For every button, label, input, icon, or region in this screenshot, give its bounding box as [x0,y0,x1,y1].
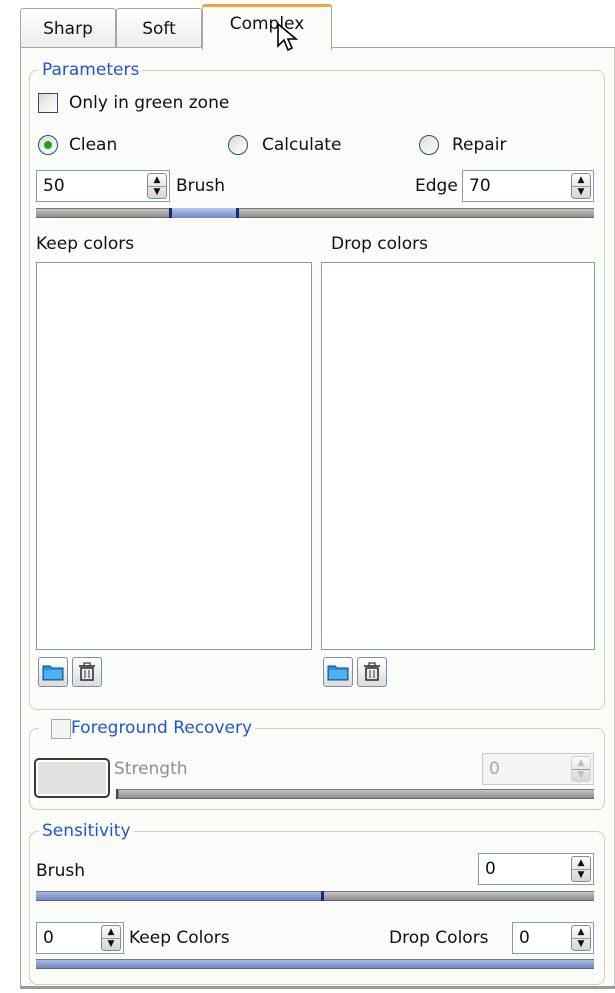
tab-sharp[interactable]: Sharp [20,8,116,48]
tab-soft[interactable]: Soft [116,8,202,48]
only-green-zone-label: Only in green zone [69,93,230,113]
keep-colors-open-button[interactable] [38,657,68,687]
sensitivity-brush-label: Brush [36,861,86,881]
spin-down-icon[interactable]: ▼ [572,938,590,950]
edge-stepper[interactable]: ▲ ▼ [571,173,591,199]
brush-size-value: 50 [43,176,65,196]
tab-soft-label: Soft [142,18,176,39]
spin-down-icon[interactable]: ▼ [148,186,166,198]
keep-colors-delete-button[interactable] [72,657,102,687]
keep-colors-sensitivity-stepper[interactable]: ▲ ▼ [101,925,121,951]
keep-colors-sensitivity-label: Keep Colors [129,928,230,948]
spin-up-icon[interactable]: ▲ [102,926,120,938]
drop-colors-delete-button[interactable] [357,657,387,687]
clean-radio[interactable] [38,135,58,155]
spin-down-icon[interactable]: ▼ [572,769,590,781]
colors-sensitivity-slider[interactable] [36,959,594,969]
strength-label: Strength [114,759,188,779]
edge-value: 70 [469,176,491,196]
spin-up-icon[interactable]: ▲ [572,757,590,769]
recovery-color-swatch[interactable] [34,758,110,798]
spin-down-icon[interactable]: ▼ [572,186,590,198]
sensitivity-title: Sensitivity [39,821,134,841]
drop-colors-sensitivity-label: Drop Colors [389,928,489,948]
strength-value: 0 [489,759,500,779]
repair-label: Repair [452,135,507,155]
brush-size-spinner[interactable]: 50 ▲ ▼ [36,170,170,202]
strength-slider-thumb[interactable] [116,789,119,799]
spin-down-icon[interactable]: ▼ [102,938,120,950]
spin-up-icon[interactable]: ▲ [572,926,590,938]
foreground-recovery-title: Foreground Recovery [39,718,256,738]
keep-colors-list[interactable] [36,262,312,650]
tab-complex[interactable]: Complex [202,4,332,50]
sensitivity-brush-slider[interactable] [36,891,594,901]
clean-label: Clean [69,135,118,155]
strength-stepper[interactable]: ▲ ▼ [571,756,591,782]
panel-bottom-border [20,986,615,989]
strength-spinner[interactable]: 0 ▲ ▼ [482,753,594,785]
only-green-zone-checkbox[interactable] [38,93,58,113]
trash-icon [364,662,380,681]
folder-icon [42,665,64,681]
repair-radio[interactable] [419,135,439,155]
complex-panel: Parameters Only in green zone Clean Calc… [20,48,615,989]
edge-label: Edge [415,176,458,196]
keep-colors-sensitivity-value: 0 [43,928,54,948]
spin-up-icon[interactable]: ▲ [572,857,590,869]
tab-strip: Sharp Soft Complex [20,0,615,50]
keep-colors-label: Keep colors [36,234,135,254]
trash-icon [79,662,95,681]
brush-edge-slider[interactable] [36,208,594,218]
drop-colors-label: Drop colors [331,234,429,254]
spin-down-icon[interactable]: ▼ [572,869,590,881]
sensitivity-brush-slider-fill [36,892,321,900]
sensitivity-brush-spinner[interactable]: 0 ▲ ▼ [478,853,594,885]
brush-edge-slider-thumb[interactable] [169,208,239,218]
brush-label: Brush [176,176,226,196]
sensitivity-brush-slider-thumb[interactable] [321,891,324,901]
brush-size-stepper[interactable]: ▲ ▼ [147,173,167,199]
foreground-recovery-checkbox[interactable] [51,719,71,739]
mouse-cursor-icon [277,22,299,52]
strength-slider[interactable] [116,789,594,799]
drop-colors-sensitivity-value: 0 [519,928,530,948]
radio-selected-dot [44,141,52,149]
edge-spinner[interactable]: 70 ▲ ▼ [462,170,594,202]
keep-colors-sensitivity-spinner[interactable]: 0 ▲ ▼ [36,922,124,954]
calculate-label: Calculate [262,135,342,155]
parameters-title: Parameters [39,60,143,80]
drop-colors-open-button[interactable] [323,657,353,687]
tab-sharp-label: Sharp [43,18,93,39]
spin-up-icon[interactable]: ▲ [572,174,590,186]
drop-colors-list[interactable] [321,262,595,650]
sensitivity-brush-stepper[interactable]: ▲ ▼ [571,856,591,882]
sensitivity-brush-value: 0 [485,859,496,879]
spin-up-icon[interactable]: ▲ [148,174,166,186]
drop-colors-sensitivity-spinner[interactable]: 0 ▲ ▼ [512,922,594,954]
folder-icon [327,665,349,681]
calculate-radio[interactable] [228,135,248,155]
drop-colors-sensitivity-stepper[interactable]: ▲ ▼ [571,925,591,951]
